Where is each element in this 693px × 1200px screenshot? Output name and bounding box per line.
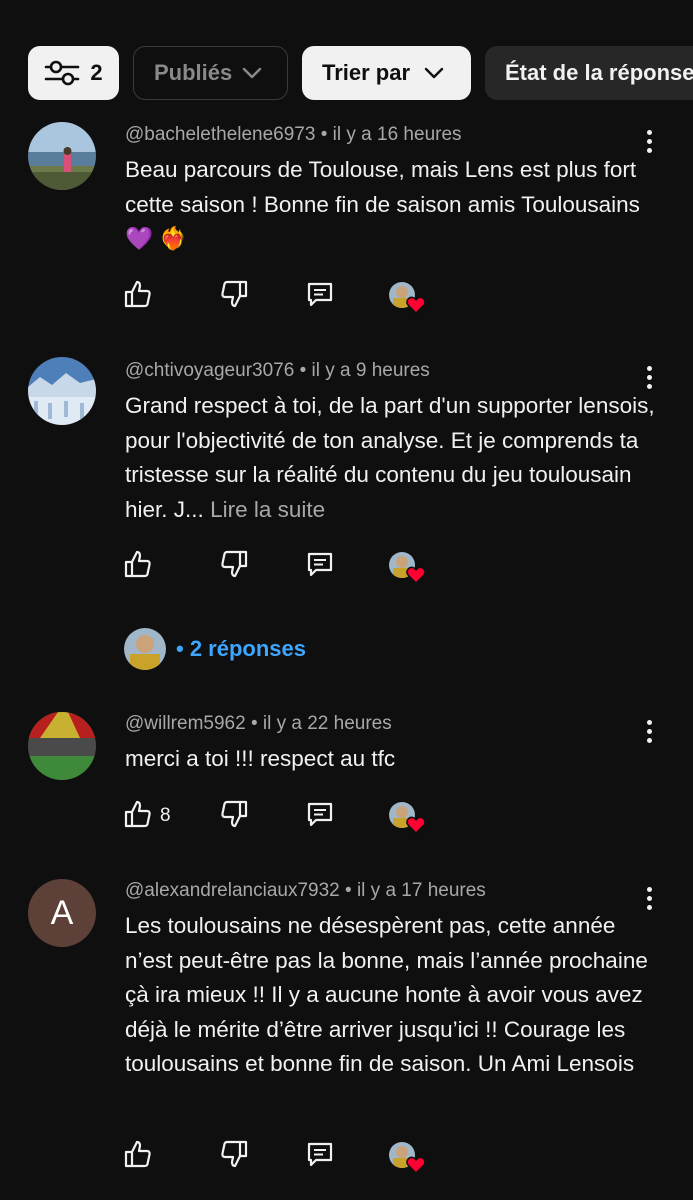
meta-separator: • xyxy=(315,124,333,145)
comment-text: Beau parcours de Toulouse, mais Lens est… xyxy=(125,157,640,251)
avatar[interactable]: A xyxy=(28,879,96,947)
thumb-down-icon xyxy=(220,279,248,314)
creator-avatar xyxy=(124,628,166,670)
chevron-down-icon xyxy=(424,67,444,79)
meta-separator: • xyxy=(294,360,312,381)
sort-label: Trier par xyxy=(322,60,411,85)
filter-settings-chip[interactable]: 2 xyxy=(28,46,119,100)
thumb-up-icon xyxy=(124,1139,152,1174)
response-state-dropdown[interactable]: État de la réponse xyxy=(485,46,693,100)
thumb-up-icon xyxy=(124,799,152,834)
avatar[interactable] xyxy=(28,357,96,425)
dislike-button[interactable] xyxy=(220,1138,248,1174)
dislike-button[interactable] xyxy=(220,798,248,834)
heart-icon xyxy=(406,566,426,589)
meta-separator: • xyxy=(245,713,263,734)
avatar-letter: A xyxy=(50,893,74,932)
comment-author[interactable]: @alexandrelanciaux7932 xyxy=(125,880,340,901)
reply-button[interactable] xyxy=(306,1138,334,1174)
reply-button[interactable] xyxy=(306,278,334,314)
thumb-up-icon xyxy=(124,549,152,584)
thumb-up-icon xyxy=(124,279,152,314)
comment-actions: 8 xyxy=(0,798,693,835)
view-replies-button[interactable]: • 2 réponses xyxy=(124,628,306,670)
replies-label: 2 réponses xyxy=(189,636,306,661)
published-label: Publiés xyxy=(154,60,233,85)
comment-icon xyxy=(306,550,334,583)
filter-chip-bar: 2 Publiés Trier par État de la réponse xyxy=(28,46,693,100)
comment-actions xyxy=(0,1138,693,1175)
avatar[interactable] xyxy=(28,122,96,190)
comment-author[interactable]: @willrem5962 xyxy=(125,713,246,734)
like-button[interactable] xyxy=(124,278,160,314)
thumb-down-icon xyxy=(220,549,248,584)
heart-icon xyxy=(406,1156,426,1179)
sort-dropdown[interactable]: Trier par xyxy=(302,46,471,100)
comment-author[interactable]: @chtivoyageur3076 xyxy=(125,360,294,381)
comment-time: il y a 16 heures xyxy=(332,124,462,145)
comment-icon xyxy=(306,280,334,313)
comment-icon xyxy=(306,1140,334,1173)
like-button[interactable] xyxy=(124,548,160,584)
reply-button[interactable] xyxy=(306,798,334,834)
comment-time: il y a 22 heures xyxy=(262,713,392,734)
reply-button[interactable] xyxy=(306,548,334,584)
response-state-label: État de la réponse xyxy=(505,60,693,85)
dot-separator: • xyxy=(176,636,190,661)
like-button[interactable]: 8 xyxy=(124,798,171,834)
dislike-button[interactable] xyxy=(220,548,248,584)
comment-actions xyxy=(0,278,693,315)
heart-icon xyxy=(406,816,426,839)
like-count: 8 xyxy=(160,805,171,826)
thumb-down-icon xyxy=(220,799,248,834)
chevron-down-icon xyxy=(242,67,262,79)
filter-count: 2 xyxy=(90,60,103,85)
thumb-down-icon xyxy=(220,1139,248,1174)
avatar[interactable] xyxy=(28,712,96,780)
comment-author[interactable]: @bachelethelene6973 xyxy=(125,124,315,145)
published-dropdown[interactable]: Publiés xyxy=(133,46,288,100)
dislike-button[interactable] xyxy=(220,278,248,314)
comment-time: il y a 9 heures xyxy=(311,360,430,381)
comment-actions xyxy=(0,548,693,585)
comment-time: il y a 17 heures xyxy=(356,880,486,901)
comment-icon xyxy=(306,800,334,833)
sliders-icon xyxy=(44,59,80,87)
comment-text: Grand respect à toi, de la part d'un sup… xyxy=(125,393,655,522)
like-button[interactable] xyxy=(124,1138,160,1174)
comment-text: merci a toi !!! respect au tfc xyxy=(125,746,396,771)
heart-icon xyxy=(406,296,426,319)
meta-separator: • xyxy=(339,880,357,901)
comment-text: Les toulousains ne désespèrent pas, cett… xyxy=(125,913,648,1076)
read-more-link[interactable]: Lire la suite xyxy=(210,497,325,522)
